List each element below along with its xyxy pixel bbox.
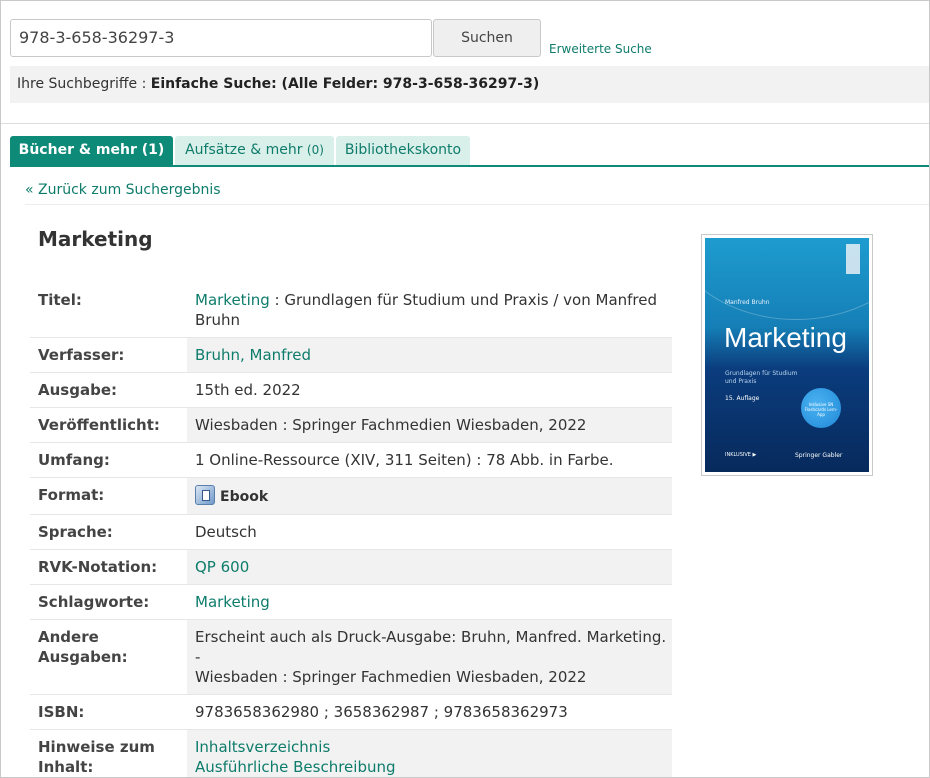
search-input[interactable] <box>10 19 432 57</box>
veroeffentlicht-value: Wiesbaden : Springer Fachmedien Wiesbade… <box>187 407 672 443</box>
cover-subtitle-line1: Grundlagen für Studium <box>725 370 798 377</box>
andere-label-line1: Andere <box>38 628 99 646</box>
tab-books[interactable]: Bücher & mehr (1) <box>10 136 173 165</box>
row-hinweise: Hinweise zum Inhalt: Inhaltsverzeichnis Au… <box>30 729 672 777</box>
row-umfang: Umfang: 1 Online-Ressource (XIV, 311 Sei… <box>30 442 672 478</box>
cover-edition: 15. Auflage <box>725 395 760 402</box>
row-titel: Titel: Marketing : Grundlagen für Studiu… <box>30 283 672 338</box>
tab-library-account[interactable]: Bibliothekskonto <box>336 136 470 165</box>
hinweise-value: Inhaltsverzeichnis Ausführliche Beschreib… <box>187 729 672 777</box>
row-format: Format: Ebook <box>30 477 672 515</box>
schlagworte-value: Marketing <box>187 584 672 620</box>
row-schlagworte: Schlagworte: Marketing <box>30 584 672 620</box>
header-divider <box>1 123 929 124</box>
isbn-value: 9783658362980 ; 3658362987 ; 97836583629… <box>187 694 672 730</box>
tab-underline <box>10 165 929 167</box>
format-label: Format: <box>30 477 187 515</box>
cover-stamp <box>846 244 860 274</box>
advanced-search-link[interactable]: Erweiterte Suche <box>549 42 652 56</box>
rvk-link[interactable]: QP 600 <box>195 558 249 576</box>
record-title: Marketing <box>38 227 153 251</box>
andere-label-line2: Ausgaben: <box>38 648 128 666</box>
description-link[interactable]: Ausführliche Beschreibung <box>195 758 396 776</box>
format-value: Ebook <box>187 477 672 515</box>
search-terms-value: Einfache Suche: (Alle Felder: 978-3-658-… <box>150 76 540 92</box>
tab-articles-label: Aufsätze & mehr <box>185 142 303 158</box>
row-andere-ausgaben: Andere Ausgaben: Erscheint auch als Druck… <box>30 619 672 695</box>
search-button[interactable]: Suchen <box>433 19 541 57</box>
back-to-results-link[interactable]: « Zurück zum Suchergebnis <box>25 182 221 198</box>
ausgabe-label: Ausgabe: <box>30 372 187 408</box>
hinweise-label-line1: Hinweise zum <box>38 738 155 756</box>
tab-articles[interactable]: Aufsätze & mehr (0) <box>175 136 334 165</box>
search-terms-bar: Ihre Suchbegriffe : Einfache Suche: (All… <box>10 66 929 103</box>
tab-books-count: (1) <box>141 142 165 158</box>
veroeffentlicht-label: Veröffentlicht: <box>30 407 187 443</box>
book-cover[interactable]: Manfred Bruhn Marketing Grundlagen für S… <box>701 234 873 476</box>
sprache-label: Sprache: <box>30 514 187 550</box>
cover-logo-right: Springer Gabler <box>795 452 843 459</box>
verfasser-link[interactable]: Bruhn, Manfred <box>195 346 311 364</box>
isbn-label: ISBN: <box>30 694 187 730</box>
ebook-icon <box>195 485 215 505</box>
back-divider <box>25 204 929 205</box>
format-text: Ebook <box>220 489 269 505</box>
book-cover-image: Manfred Bruhn Marketing Grundlagen für S… <box>705 238 869 472</box>
schlagworte-link[interactable]: Marketing <box>195 593 270 611</box>
rvk-value: QP 600 <box>187 549 672 585</box>
row-sprache: Sprache: Deutsch <box>30 514 672 550</box>
tab-articles-count: (0) <box>306 143 324 157</box>
umfang-label: Umfang: <box>30 442 187 478</box>
titel-value: Marketing : Grundlagen für Studium und P… <box>187 283 672 338</box>
titel-link[interactable]: Marketing <box>195 291 270 309</box>
row-verfasser: Verfasser: Bruhn, Manfred <box>30 337 672 373</box>
cover-subtitle-line2: und Praxis <box>725 378 757 385</box>
cover-arc <box>705 238 869 320</box>
hinweise-label-line2: Inhalt: <box>38 758 94 776</box>
umfang-value: 1 Online-Ressource (XIV, 311 Seiten) : 7… <box>187 442 672 478</box>
sprache-value: Deutsch <box>187 514 672 550</box>
verfasser-label: Verfasser: <box>30 337 187 373</box>
cover-author: Manfred Bruhn <box>725 299 770 306</box>
cover-logo-left: INKLUSIVE ▶ <box>725 452 757 458</box>
rvk-label: RVK-Notation: <box>30 549 187 585</box>
row-ausgabe: Ausgabe: 15th ed. 2022 <box>30 372 672 408</box>
schlagworte-label: Schlagworte: <box>30 584 187 620</box>
search-terms-prefix: Ihre Suchbegriffe : <box>17 76 151 92</box>
andere-line2: Wiesbaden : Springer Fachmedien Wiesbade… <box>195 668 587 686</box>
cover-title: Marketing <box>724 322 847 353</box>
andere-line1: Erscheint auch als Druck-Ausgabe: Bruhn,… <box>195 628 667 666</box>
row-rvk: RVK-Notation: QP 600 <box>30 549 672 585</box>
hinweise-label: Hinweise zum Inhalt: <box>30 729 187 777</box>
tab-books-label: Bücher & mehr <box>18 142 137 158</box>
andere-label: Andere Ausgaben: <box>30 619 187 695</box>
record-details-table: Titel: Marketing : Grundlagen für Studiu… <box>30 283 672 777</box>
andere-value: Erscheint auch als Druck-Ausgabe: Bruhn,… <box>187 619 672 695</box>
tab-library-account-label: Bibliothekskonto <box>344 142 462 158</box>
toc-link[interactable]: Inhaltsverzeichnis <box>195 738 330 756</box>
cover-subtitle: Grundlagen für Studium und Praxis <box>725 370 797 386</box>
cover-badge: Inklusive SN Flashcards Lern-App <box>801 388 841 428</box>
row-veroeffentlicht: Veröffentlicht: Wiesbaden : Springer Fac… <box>30 407 672 443</box>
verfasser-value: Bruhn, Manfred <box>187 337 672 373</box>
row-isbn: ISBN: 9783658362980 ; 3658362987 ; 97836… <box>30 694 672 730</box>
titel-label: Titel: <box>30 283 187 338</box>
catalog-page: Suchen Erweiterte Suche Ihre Suchbegriff… <box>0 0 930 778</box>
ausgabe-value: 15th ed. 2022 <box>187 372 672 408</box>
